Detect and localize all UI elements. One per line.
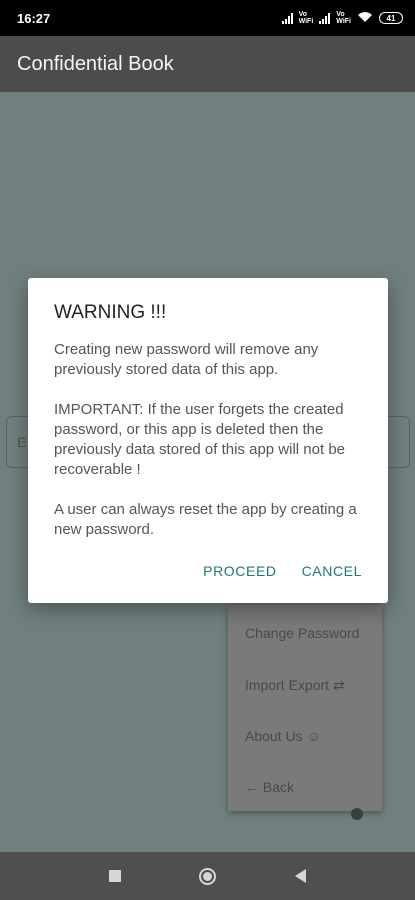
- dialog-paragraph: IMPORTANT: If the user forgets the creat…: [54, 401, 345, 478]
- dialog-title: WARNING !!!: [54, 302, 167, 323]
- menu-item-change-password[interactable]: Change Password: [245, 625, 359, 641]
- back-triangle-icon[interactable]: [294, 869, 306, 883]
- recents-square-icon[interactable]: [109, 870, 122, 882]
- options-menu: Change Password Import Export ⇄ About Us…: [228, 605, 382, 811]
- home-circle-icon[interactable]: [199, 867, 217, 885]
- fab-button[interactable]: [351, 808, 363, 820]
- status-icons: Vo WiFi Vo WiFi 41: [281, 11, 403, 26]
- dialog-paragraph: Creating new password will remove any pr…: [54, 341, 319, 378]
- volte-wifi-icon: Vo WiFi: [298, 11, 314, 25]
- dialog-paragraph: A user can always reset the app by creat…: [54, 501, 357, 538]
- cancel-button[interactable]: CANCEL: [302, 563, 362, 579]
- volte-wifi-icon: Vo WiFi: [336, 11, 351, 25]
- menu-item-about-us[interactable]: About Us ☺: [245, 728, 321, 744]
- battery-icon: 41: [379, 12, 403, 24]
- app-title: Confidential Book: [17, 52, 174, 75]
- signal-icon: [281, 12, 293, 24]
- app-bar: Confidential Book: [0, 36, 415, 92]
- status-time: 16:27: [17, 10, 51, 26]
- dialog-body: Creating new password will remove any pr…: [54, 340, 364, 540]
- password-input-label: E: [17, 434, 27, 450]
- wifi-icon: [357, 11, 373, 26]
- menu-item-import-export[interactable]: Import Export ⇄: [245, 677, 345, 694]
- dialog-actions: PROCEED CANCEL: [203, 563, 362, 579]
- signal-icon: [319, 12, 331, 24]
- status-bar: 16:27 Vo WiFi Vo WiFi 41: [0, 0, 415, 36]
- proceed-button[interactable]: PROCEED: [203, 563, 276, 579]
- menu-item-back[interactable]: ← Back: [245, 779, 294, 795]
- warning-dialog: WARNING !!! Creating new password will r…: [28, 278, 388, 603]
- system-nav-bar: [0, 852, 415, 900]
